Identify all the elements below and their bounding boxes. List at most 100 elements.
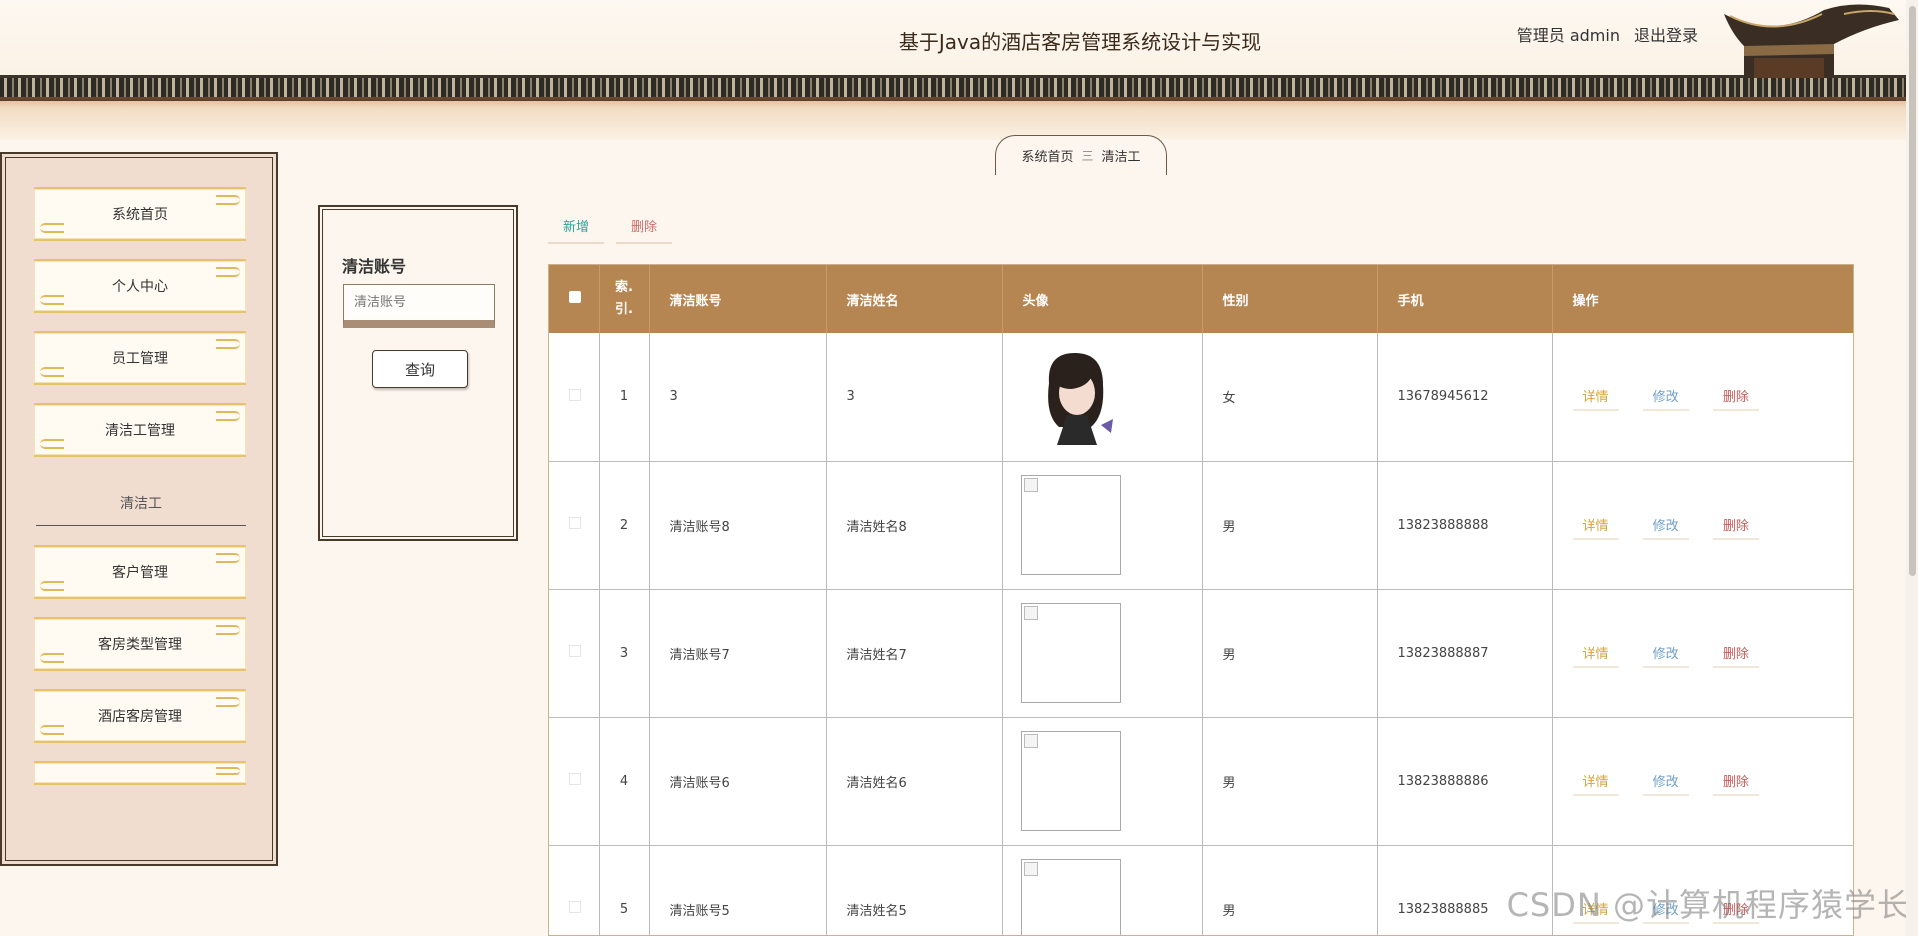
sidebar-item-more[interactable] <box>34 761 246 785</box>
watermark: CSDN @计算机程序猿学长 <box>1506 886 1910 924</box>
edit-button[interactable]: 修改 <box>1642 767 1689 796</box>
curl-decoration-icon <box>216 339 240 349</box>
row-delete-button[interactable]: 删除 <box>1712 639 1759 668</box>
row-checkbox[interactable] <box>549 333 600 462</box>
curl-decoration-icon <box>40 439 64 449</box>
detail-button[interactable]: 详情 <box>1572 767 1619 796</box>
breadcrumb: 系统首页 三 清洁工 <box>995 135 1167 175</box>
table-row: 4 清洁账号6 清洁姓名6 男 13823888886 详情 修改 删除 <box>549 717 1853 846</box>
scrollbar-thumb[interactable] <box>1909 6 1916 576</box>
curl-decoration-icon <box>216 267 240 277</box>
search-input[interactable] <box>343 284 495 328</box>
curl-decoration-icon <box>40 653 64 663</box>
user-role: 管理员 <box>1516 26 1565 45</box>
cell-index: 3 <box>599 589 650 718</box>
detail-button[interactable]: 详情 <box>1572 511 1619 540</box>
row-checkbox[interactable] <box>549 845 600 935</box>
curl-decoration-icon <box>216 697 240 707</box>
broken-image-icon <box>1020 475 1121 575</box>
checkbox-icon <box>569 388 581 401</box>
cell-gender: 男 <box>1202 461 1378 590</box>
cell-account: 清洁账号6 <box>649 717 827 846</box>
sidebar-item-customer[interactable]: 客户管理 <box>34 545 246 599</box>
cell-gender: 男 <box>1202 589 1378 718</box>
sidebar-item-label: 清洁工管理 <box>105 423 175 439</box>
cell-actions: 详情 修改 删除 <box>1552 717 1853 846</box>
sidebar-item-profile[interactable]: 个人中心 <box>34 259 246 313</box>
row-delete-button[interactable]: 删除 <box>1712 382 1759 412</box>
sidebar-item-label: 客房类型管理 <box>98 637 182 653</box>
detail-button[interactable]: 详情 <box>1572 382 1619 412</box>
table-header-row: 索. 引. 清洁账号 清洁姓名 头像 性别 手机 操作 <box>549 265 1853 333</box>
logout-button[interactable]: 退出登录 <box>1634 22 1698 46</box>
data-table: 索. 引. 清洁账号 清洁姓名 头像 性别 手机 操作 1 3 3 女 1367… <box>548 264 1854 936</box>
edit-button[interactable]: 修改 <box>1642 511 1689 540</box>
curl-decoration-icon <box>216 411 240 421</box>
checkbox-icon <box>569 901 581 913</box>
cell-phone: 13823888887 <box>1377 589 1553 718</box>
avatar <box>1030 344 1121 445</box>
cell-account: 清洁账号7 <box>649 589 827 718</box>
edit-button[interactable]: 修改 <box>1642 382 1689 412</box>
curl-decoration-icon <box>216 767 240 775</box>
user-info: 管理员 admin <box>1517 22 1620 46</box>
breadcrumb-current: 清洁工 <box>1101 150 1141 165</box>
sidebar-item-home[interactable]: 系统首页 <box>34 187 246 241</box>
cell-avatar <box>1002 333 1203 462</box>
sidebar-item-label: 个人中心 <box>112 279 168 295</box>
search-label: 清洁账号 <box>342 257 407 276</box>
column-header-index: 索. 引. <box>599 265 650 333</box>
curl-decoration-icon <box>216 625 240 635</box>
add-button[interactable]: 新增 <box>548 208 604 244</box>
row-checkbox[interactable] <box>549 717 600 846</box>
column-header-avatar: 头像 <box>1002 265 1203 333</box>
table-row: 3 清洁账号7 清洁姓名7 男 13823888887 详情 修改 删除 <box>549 589 1853 718</box>
checkbox-icon <box>569 517 581 529</box>
row-checkbox[interactable] <box>549 589 600 718</box>
row-checkbox[interactable] <box>549 461 600 590</box>
select-all-checkbox[interactable] <box>549 265 600 333</box>
sidebar-subitem-cleaner[interactable]: 清洁工 <box>36 490 246 526</box>
breadcrumb-separator: 三 <box>1081 149 1094 163</box>
sidebar-item-room-type[interactable]: 客房类型管理 <box>34 617 246 671</box>
column-header-actions: 操作 <box>1552 265 1853 333</box>
sidebar-item-label: 员工管理 <box>112 351 168 367</box>
sidebar-item-staff[interactable]: 员工管理 <box>34 331 246 385</box>
sidebar-item-cleaner-management[interactable]: 清洁工管理 <box>34 403 246 457</box>
cell-phone: 13823888886 <box>1377 717 1553 846</box>
cell-avatar <box>1002 461 1203 590</box>
cell-account: 清洁账号8 <box>649 461 827 590</box>
breadcrumb-home[interactable]: 系统首页 <box>1021 146 1073 165</box>
edit-button[interactable]: 修改 <box>1642 639 1689 668</box>
column-header-account: 清洁账号 <box>649 265 827 333</box>
curl-decoration-icon <box>40 295 64 305</box>
cell-index: 1 <box>599 333 650 462</box>
search-button[interactable]: 查询 <box>372 350 468 388</box>
broken-image-icon <box>1020 603 1121 703</box>
row-delete-button[interactable]: 删除 <box>1712 511 1759 540</box>
detail-button[interactable]: 详情 <box>1572 639 1619 668</box>
checkbox-icon <box>569 645 581 657</box>
user-area: 管理员 admin 退出登录 <box>1517 22 1698 46</box>
sidebar-item-hotel-room[interactable]: 酒店客房管理 <box>34 689 246 743</box>
delete-button[interactable]: 删除 <box>616 208 672 244</box>
cell-avatar <box>1002 845 1203 935</box>
curl-decoration-icon <box>216 195 240 205</box>
sidebar: 系统首页 个人中心 员工管理 清洁工管理 清洁工 客户管理 客房类型管理 酒店客… <box>0 152 278 866</box>
cell-account: 清洁账号5 <box>649 845 827 935</box>
sidebar-item-label: 系统首页 <box>112 207 168 223</box>
cell-actions: 详情 修改 删除 <box>1552 333 1853 462</box>
column-header-phone: 手机 <box>1377 265 1553 333</box>
cell-name: 3 <box>826 333 1003 462</box>
cell-actions: 详情 修改 删除 <box>1552 589 1853 718</box>
scrollbar[interactable] <box>1906 0 1918 936</box>
header: 基于Java的酒店客房管理系统设计与实现 管理员 admin 退出登录 <box>0 0 1918 140</box>
column-header-gender: 性别 <box>1202 265 1378 333</box>
index-header-line: 索. <box>615 280 633 295</box>
pavilion-roof-icon <box>1724 4 1899 78</box>
sidebar-item-label: 酒店客房管理 <box>98 709 182 725</box>
row-delete-button[interactable]: 删除 <box>1712 767 1759 796</box>
curl-decoration-icon <box>40 581 64 591</box>
cell-name: 清洁姓名5 <box>826 845 1003 935</box>
cell-gender: 女 <box>1202 333 1378 462</box>
